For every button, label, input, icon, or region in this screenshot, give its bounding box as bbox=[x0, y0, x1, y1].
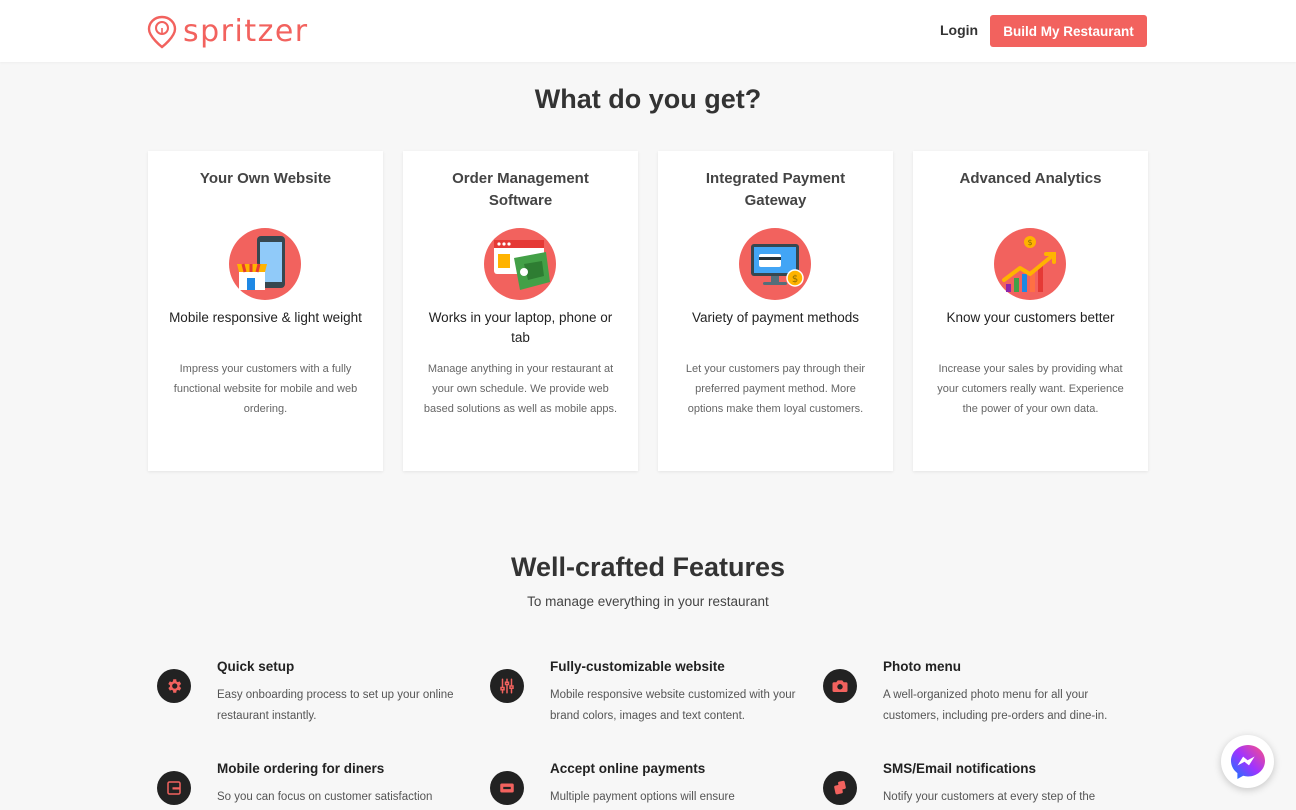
features-section-subtitle: To manage everything in your restaurant bbox=[527, 594, 769, 609]
feature-description: Mobile responsive website customized wit… bbox=[550, 689, 796, 722]
feature-title: Photo menu bbox=[883, 659, 961, 674]
card-description: Increase your sales by providing what yo… bbox=[937, 363, 1124, 415]
login-link[interactable]: Login bbox=[940, 22, 978, 38]
build-my-restaurant-button[interactable]: Build My Restaurant bbox=[990, 15, 1147, 47]
card-description: Impress your customers with a fully func… bbox=[173, 363, 358, 415]
logo[interactable]: spritzer bbox=[147, 14, 309, 50]
notification-icon bbox=[823, 771, 857, 805]
payment-gateway-icon: $ bbox=[739, 228, 811, 300]
sliders-icon bbox=[490, 669, 524, 703]
order-management-icon bbox=[484, 228, 556, 300]
analytics-growth-icon: $ bbox=[994, 228, 1066, 300]
card-title: Your Own Website bbox=[199, 170, 332, 187]
tablet-icon bbox=[157, 771, 191, 805]
feature-title: SMS/Email notifications bbox=[883, 761, 1037, 776]
svg-text:$: $ bbox=[1027, 238, 1032, 247]
pin-logo-icon bbox=[147, 15, 177, 49]
site-header: spritzer Login Build My Restaurant bbox=[0, 0, 1296, 62]
messenger-chat-button[interactable] bbox=[1221, 735, 1274, 788]
card-title: Order Management Software bbox=[452, 170, 589, 209]
card-subtitle: Mobile responsive & light weight bbox=[169, 310, 362, 325]
card-title: Integrated Payment Gateway bbox=[705, 170, 846, 209]
camera-icon bbox=[823, 669, 857, 703]
svg-text:$: $ bbox=[792, 274, 798, 285]
card-title: Advanced Analytics bbox=[959, 170, 1102, 187]
feature-title: Mobile ordering for diners bbox=[217, 761, 385, 776]
feature-description: Notify your customers at every step of t… bbox=[883, 791, 1096, 803]
feature-description: Multiple payment options will ensure bbox=[550, 791, 735, 803]
feature-title: Quick setup bbox=[217, 659, 295, 674]
feature-description: So you can focus on customer satisfactio… bbox=[217, 791, 433, 803]
card-subtitle: Variety of payment methods bbox=[691, 310, 860, 325]
what-section-title: What do you get? bbox=[534, 84, 762, 114]
feature-title: Fully-customizable website bbox=[550, 659, 725, 674]
feature-description: A well-organized photo menu for all your… bbox=[883, 689, 1108, 722]
feature-title: Accept online payments bbox=[550, 761, 706, 776]
feature-description: Easy onboarding process to set up your o… bbox=[217, 689, 454, 722]
credit-card-icon bbox=[490, 771, 524, 805]
card-subtitle: Know your customers better bbox=[946, 310, 1115, 325]
features-section-title: Well-crafted Features bbox=[510, 552, 786, 582]
logo-text: spritzer bbox=[183, 14, 309, 49]
card-subtitle: Works in your laptop, phone or tab bbox=[428, 310, 613, 345]
gear-icon bbox=[157, 669, 191, 703]
messenger-icon bbox=[1230, 744, 1265, 779]
mobile-storefront-icon bbox=[229, 228, 301, 300]
card-description: Manage anything in your restaurant at yo… bbox=[423, 363, 618, 415]
card-description: Let your customers pay through their pre… bbox=[685, 363, 866, 415]
